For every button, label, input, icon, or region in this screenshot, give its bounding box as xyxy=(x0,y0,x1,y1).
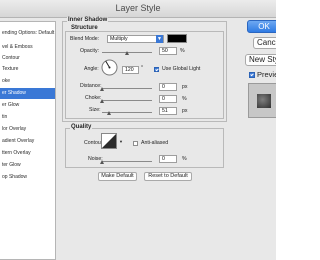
preview-checkbox[interactable] xyxy=(249,72,255,78)
sidebar-item-label: er Glow xyxy=(2,102,20,108)
sidebar-item-outer-glow[interactable]: ter Glow xyxy=(0,160,55,171)
quality-group xyxy=(65,128,224,168)
sidebar-item-color-overlay[interactable]: lor Overlay xyxy=(0,124,55,135)
sidebar-item-stroke[interactable]: oke xyxy=(0,76,55,87)
sidebar-item-blending-options[interactable]: ending Options: Default xyxy=(0,28,55,39)
choke-slider-track[interactable] xyxy=(102,100,152,101)
ok-button[interactable]: OK xyxy=(247,20,276,33)
opacity-input[interactable]: 50 xyxy=(159,47,177,55)
size-label: Size: xyxy=(89,107,101,113)
angle-label: Angle: xyxy=(84,66,99,72)
size-unit: px xyxy=(182,108,188,114)
sidebar-item-label: Contour xyxy=(2,55,20,61)
sidebar-item-label: ter Glow xyxy=(2,162,21,168)
sidebar-item-label: adient Overlay xyxy=(2,138,35,144)
sidebar-item-label: er Shadow xyxy=(2,90,26,96)
angle-input[interactable]: 120 xyxy=(122,66,139,74)
structure-group xyxy=(65,31,224,119)
noise-unit: % xyxy=(182,156,187,162)
choke-unit: % xyxy=(182,96,187,102)
blend-mode-select[interactable]: Multiply ▼ xyxy=(107,35,164,43)
angle-dial-center xyxy=(108,66,111,69)
chevron-down-icon: ▼ xyxy=(156,35,163,43)
choke-input[interactable]: 0 xyxy=(159,95,177,103)
opacity-slider-thumb[interactable] xyxy=(124,51,129,55)
choke-slider-thumb[interactable] xyxy=(100,99,104,103)
anti-aliased-label: Anti-aliased xyxy=(141,140,169,146)
contour-preview[interactable] xyxy=(101,133,118,150)
sidebar-item-satin[interactable]: tin xyxy=(0,112,55,123)
use-global-light-checkbox[interactable] xyxy=(154,67,159,72)
choke-label: Choke: xyxy=(85,95,102,101)
sidebar-item-pattern-overlay[interactable]: ttern Overlay xyxy=(0,148,55,159)
make-default-button[interactable]: Make Default xyxy=(98,172,137,181)
angle-dial[interactable] xyxy=(101,59,118,76)
noise-input[interactable]: 0 xyxy=(159,155,177,163)
style-preview-thumbnail xyxy=(248,83,276,118)
chevron-down-icon[interactable]: ▼ xyxy=(119,139,123,144)
title-bar: Layer Style xyxy=(0,0,276,18)
distance-input[interactable]: 0 xyxy=(159,83,177,91)
preview-label: Preview xyxy=(257,70,276,79)
layer-style-dialog: Layer Style ending Options: Default vel … xyxy=(0,0,276,260)
blend-mode-label: Blend Mode: xyxy=(70,36,100,42)
sidebar-item-label: tin xyxy=(2,114,8,120)
sidebar-item-label: op Shadow xyxy=(2,174,28,180)
size-input[interactable]: 51 xyxy=(159,107,177,115)
blend-mode-value: Multiply xyxy=(110,36,128,42)
size-slider-thumb[interactable] xyxy=(107,111,111,115)
sidebar-item-contour[interactable]: Contour xyxy=(0,53,55,64)
noise-slider-thumb[interactable] xyxy=(100,160,104,164)
preview-swatch xyxy=(257,94,271,108)
distance-label: Distance: xyxy=(80,83,102,89)
sidebar-item-label: vel & Emboss xyxy=(2,44,33,50)
opacity-label: Opacity: xyxy=(80,48,100,54)
sidebar-item-inner-shadow[interactable]: er Shadow xyxy=(0,88,55,99)
distance-unit: px xyxy=(182,84,188,90)
structure-legend: Structure xyxy=(70,25,99,31)
sidebar-item-bevel-emboss[interactable]: vel & Emboss xyxy=(0,42,55,53)
anti-aliased-checkbox[interactable] xyxy=(133,141,138,146)
cancel-button[interactable]: Cancel xyxy=(253,37,276,49)
sidebar-item-label: ttern Overlay xyxy=(2,150,31,156)
sidebar-item-label: ending Options: Default xyxy=(2,30,55,36)
distance-slider-track[interactable] xyxy=(102,88,152,89)
reset-to-default-button[interactable]: Reset to Default xyxy=(144,172,192,181)
panel-title: Inner Shadow xyxy=(67,17,109,23)
angle-unit: ° xyxy=(141,65,144,71)
sidebar-item-texture[interactable]: Texture xyxy=(0,64,55,75)
new-style-button[interactable]: New Style xyxy=(245,54,276,66)
distance-slider-thumb[interactable] xyxy=(100,87,104,91)
noise-slider-track[interactable] xyxy=(102,161,152,162)
sidebar-item-label: oke xyxy=(2,78,11,84)
use-global-light-label: Use Global Light xyxy=(162,66,201,72)
sidebar-item-label: lor Overlay xyxy=(2,126,27,132)
sidebar-item-inner-glow[interactable]: er Glow xyxy=(0,100,55,111)
opacity-unit: % xyxy=(180,48,185,54)
sidebar-item-gradient-overlay[interactable]: adient Overlay xyxy=(0,136,55,147)
shadow-color-swatch[interactable] xyxy=(167,34,187,43)
sidebar-item-drop-shadow[interactable]: op Shadow xyxy=(0,172,55,183)
styles-sidebar: ending Options: Default vel & Emboss Con… xyxy=(0,21,56,260)
sidebar-item-label: Texture xyxy=(2,66,19,72)
quality-legend: Quality xyxy=(70,124,93,130)
dialog-title: Layer Style xyxy=(115,3,161,13)
